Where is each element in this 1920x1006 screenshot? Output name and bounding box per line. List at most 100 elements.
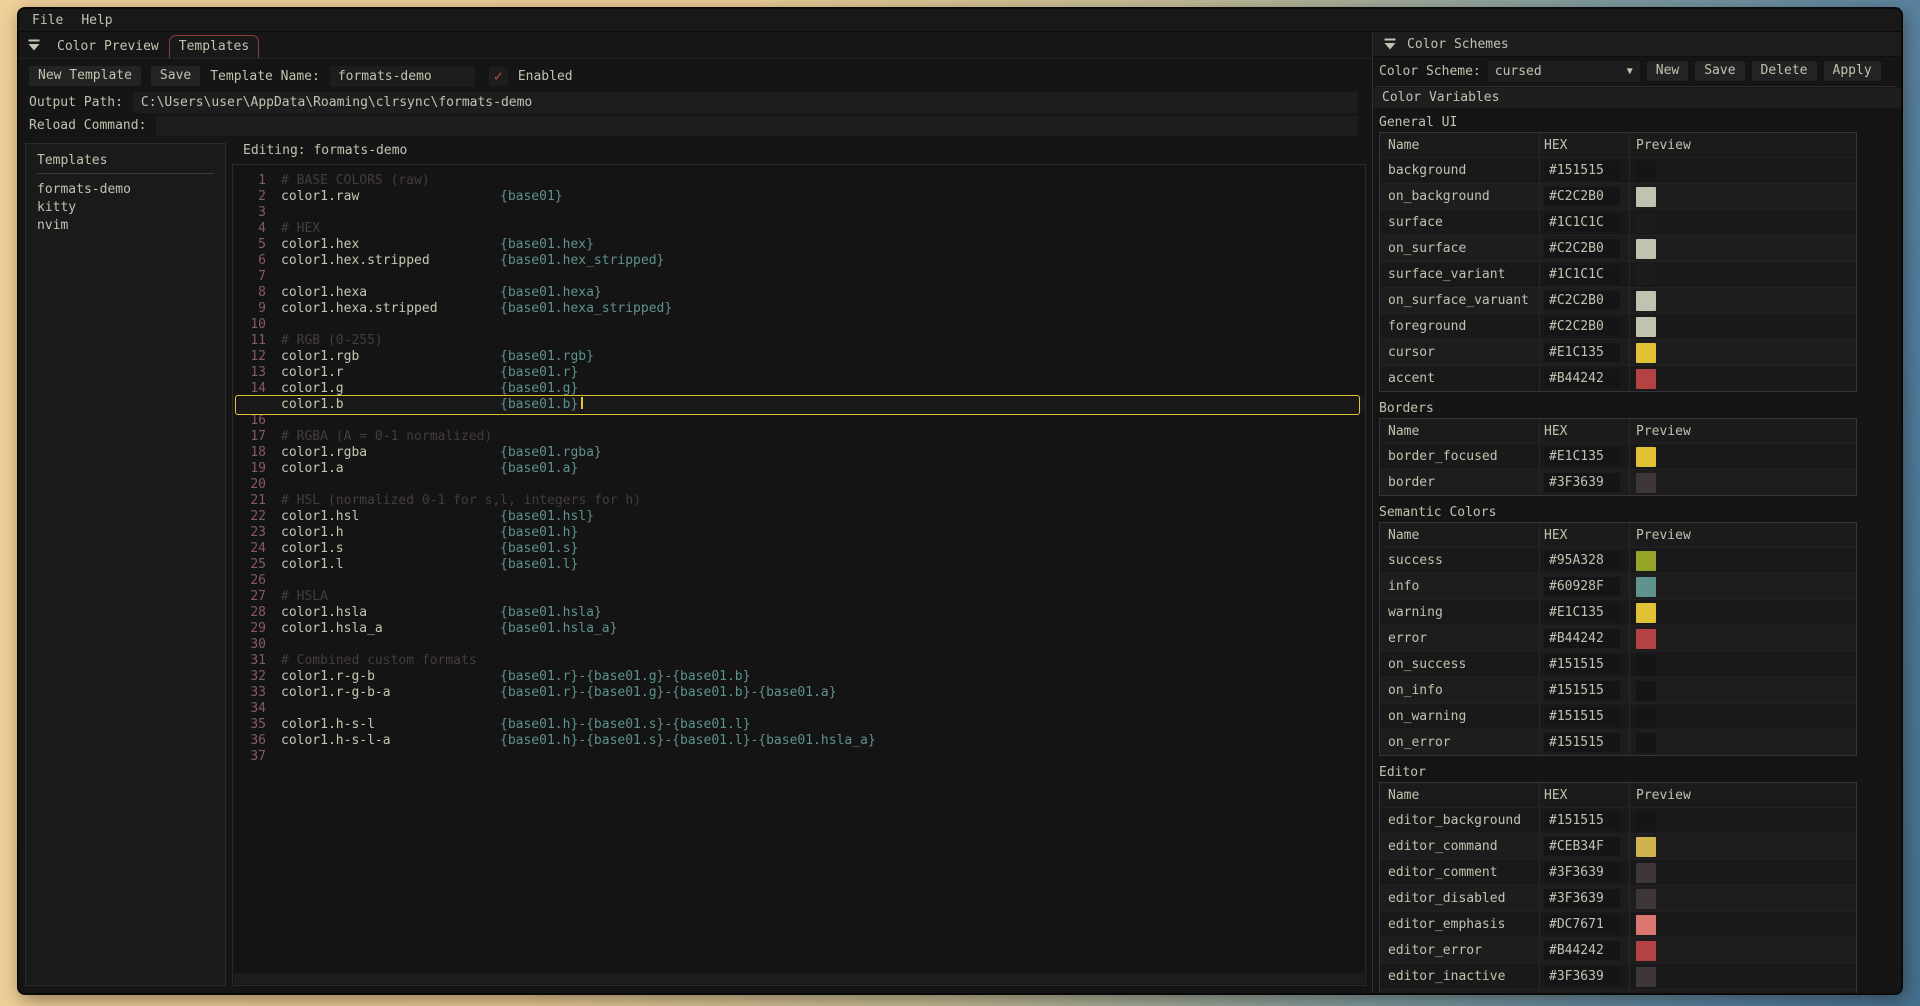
hex-input[interactable]: #B44242: [1544, 941, 1620, 960]
collapse-window-button[interactable]: [26, 37, 42, 53]
hex-input[interactable]: #151515: [1544, 655, 1620, 674]
color-swatch[interactable]: [1636, 473, 1656, 493]
hex-input[interactable]: #E1C135: [1544, 447, 1620, 466]
hex-input[interactable]: #C2C2B0: [1544, 239, 1620, 258]
color-swatch[interactable]: [1636, 213, 1656, 233]
code-value: {base01.r}: [500, 365, 578, 380]
color-scheme-select[interactable]: cursed ▼: [1488, 61, 1640, 82]
color-swatch[interactable]: [1636, 187, 1656, 207]
color-swatch[interactable]: [1636, 369, 1656, 389]
hex-input[interactable]: #DC7671: [1544, 915, 1620, 934]
hex-input[interactable]: #151515: [1544, 707, 1620, 726]
save-template-button[interactable]: Save: [151, 66, 200, 87]
hex-input[interactable]: #E1C135: [1544, 343, 1620, 362]
line-number: 22: [233, 509, 266, 525]
scheme-save-button[interactable]: Save: [1695, 61, 1744, 82]
hex-input[interactable]: #3F3639: [1544, 863, 1620, 882]
reload-command-input[interactable]: [156, 116, 1358, 136]
template-item-kitty[interactable]: kitty: [37, 199, 214, 217]
hex-input[interactable]: #B44242: [1544, 629, 1620, 648]
code-line-15[interactable]: color1.b{base01.b}: [233, 397, 1365, 413]
preview-cell: [1630, 340, 1856, 365]
hex-input[interactable]: #3F3639: [1544, 967, 1620, 986]
color-swatch[interactable]: [1636, 863, 1656, 883]
template-name-input[interactable]: formats-demo: [330, 66, 475, 87]
hex-input[interactable]: #151515: [1544, 733, 1620, 752]
enabled-checkbox[interactable]: ✓: [489, 67, 508, 86]
collapse-window-button[interactable]: [1382, 36, 1398, 52]
hex-input[interactable]: #151515: [1544, 161, 1620, 180]
code-editor[interactable]: 1# BASE COLORS (raw)2color1.raw{base01}3…: [232, 164, 1366, 986]
hex-input[interactable]: #C2C2B0: [1544, 317, 1620, 336]
color-swatch[interactable]: [1636, 889, 1656, 909]
scheme-apply-button[interactable]: Apply: [1824, 61, 1881, 82]
color-swatch[interactable]: [1636, 317, 1656, 337]
color-row-editor-command: editor_command#CEB34F: [1380, 833, 1856, 859]
hex-cell: #C2C2B0: [1540, 288, 1630, 313]
color-swatch[interactable]: [1636, 707, 1656, 727]
new-template-button[interactable]: New Template: [29, 66, 141, 87]
color-swatch[interactable]: [1636, 733, 1656, 753]
hex-input[interactable]: #151515: [1544, 811, 1620, 830]
scheme-delete-button[interactable]: Delete: [1752, 61, 1817, 82]
hex-input[interactable]: #95A328: [1544, 551, 1620, 570]
template-item-formats-demo[interactable]: formats-demo: [37, 181, 214, 199]
tab-templates[interactable]: Templates: [169, 35, 259, 58]
hex-input[interactable]: #C2C2B0: [1544, 187, 1620, 206]
horizontal-scrollbar[interactable]: [234, 973, 1364, 984]
color-row-editor-inactive: editor_inactive#3F3639: [1380, 963, 1856, 989]
template-item-nvim[interactable]: nvim: [37, 217, 214, 235]
hex-input[interactable]: #3F3639: [1544, 889, 1620, 908]
color-swatch[interactable]: [1636, 551, 1656, 571]
hex-input[interactable]: #60928F: [1544, 577, 1620, 596]
menu-item-file[interactable]: File: [23, 11, 72, 30]
hex-input[interactable]: #B44242: [1544, 369, 1620, 388]
color-swatch[interactable]: [1636, 291, 1656, 311]
color-swatch[interactable]: [1636, 265, 1656, 285]
color-swatch[interactable]: [1636, 655, 1656, 675]
code-line-21: 21# HSL (normalized 0-1 for s,l, integer…: [233, 493, 1365, 509]
color-swatch[interactable]: [1636, 603, 1656, 623]
hex-input[interactable]: #151515: [1544, 681, 1620, 700]
color-swatch[interactable]: [1636, 681, 1656, 701]
scheme-buttons: New Save Delete Apply: [1647, 61, 1881, 82]
color-variables-header[interactable]: Color Variables: [1373, 88, 1901, 108]
color-swatch[interactable]: [1636, 915, 1656, 935]
hex-input[interactable]: #E1C135: [1544, 603, 1620, 622]
code-line-24: 24color1.s{base01.s}: [233, 541, 1365, 557]
code-line-37: 37: [233, 749, 1365, 765]
color-swatch[interactable]: [1636, 239, 1656, 259]
color-swatch[interactable]: [1636, 941, 1656, 961]
code-line-27: 27# HSLA: [233, 589, 1365, 605]
code-line-text: color1.h-s-l-a{base01.h}-{base01.s}-{bas…: [266, 733, 876, 749]
color-row-editor-comment: editor_comment#3F3639: [1380, 859, 1856, 885]
hex-input[interactable]: #CEB34F: [1544, 837, 1620, 856]
color-name: editor_background: [1380, 808, 1540, 833]
color-swatch[interactable]: [1636, 577, 1656, 597]
tab-color-preview[interactable]: Color Preview: [47, 35, 169, 58]
scheme-toolbar: Color Scheme: cursed ▼ NewSaveDeleteAppl…: [1373, 57, 1901, 85]
code-comment: # HEX: [281, 221, 320, 236]
hex-input[interactable]: #3F3639: [1544, 473, 1620, 492]
code-line-text: color1.hsla_a{base01.hsla_a}: [266, 621, 617, 637]
color-swatch[interactable]: [1636, 811, 1656, 831]
color-swatch[interactable]: [1636, 343, 1656, 363]
scheme-new-button[interactable]: New: [1647, 61, 1688, 82]
column-header-name: Name: [1380, 133, 1540, 157]
code-line-text: color1.g{base01.g}: [266, 381, 578, 397]
hex-input[interactable]: #C2C2B0: [1544, 291, 1620, 310]
menu-item-help[interactable]: Help: [72, 11, 121, 30]
color-swatch[interactable]: [1636, 629, 1656, 649]
hex-input[interactable]: #1C1C1C: [1544, 213, 1620, 232]
color-swatch[interactable]: [1636, 967, 1656, 987]
color-swatch[interactable]: [1636, 993, 1656, 994]
code-key: color1.h-s-l: [281, 717, 500, 733]
output-path-input[interactable]: C:\Users\user\AppData\Roaming\clrsync\fo…: [133, 92, 1358, 113]
color-name: editor_line_number: [1380, 990, 1540, 993]
color-swatch[interactable]: [1636, 447, 1656, 467]
color-swatch[interactable]: [1636, 161, 1656, 181]
line-number: 13: [233, 365, 266, 381]
hex-input[interactable]: #1C1C1C: [1544, 265, 1620, 284]
color-swatch[interactable]: [1636, 837, 1656, 857]
color-row-warning: warning#E1C135: [1380, 599, 1856, 625]
